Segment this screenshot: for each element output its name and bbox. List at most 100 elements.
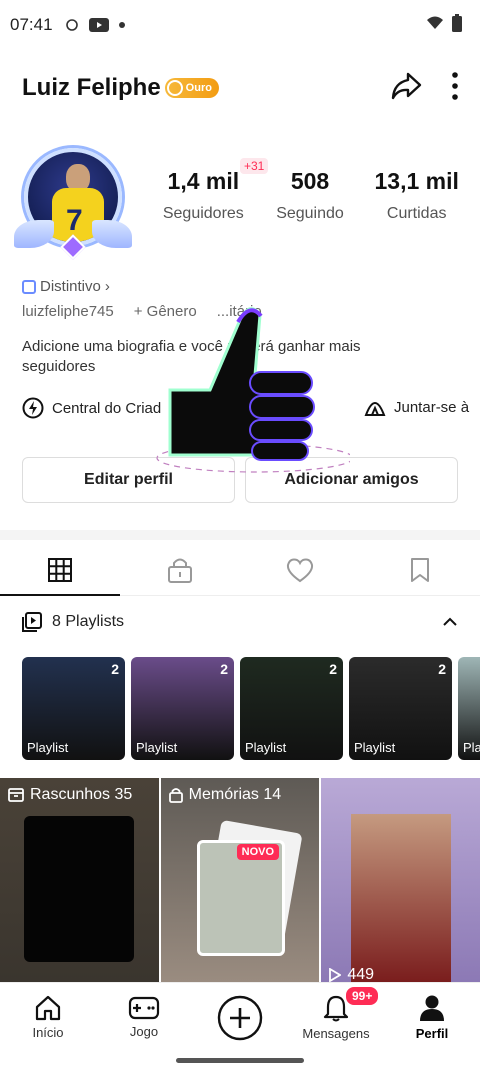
- section-divider: [0, 530, 480, 540]
- likes-label: Curtidas: [386, 205, 447, 222]
- edit-profile-button[interactable]: Editar perfil: [22, 457, 235, 503]
- playlist-label: Playlist: [136, 740, 178, 755]
- profile-stats: +31 1,4 mil Seguidores 508 Seguindo 13,1…: [150, 158, 470, 223]
- distintivo-label: Distintivo: [40, 278, 101, 295]
- playlist-label: Playlist: [245, 740, 287, 755]
- home-indicator[interactable]: [176, 1058, 304, 1063]
- playlist-count: 2: [111, 661, 119, 677]
- nav-messages[interactable]: 99+ Mensagens: [288, 983, 384, 1052]
- gold-badge[interactable]: Ouro: [164, 78, 219, 98]
- avatar[interactable]: 7: [14, 140, 132, 260]
- video-grid: Rascunhos 35 Memórias 14 NOVO 449: [0, 778, 480, 982]
- bottom-nav: Início Jogo 99+ Mensagens Perfil: [0, 982, 480, 1052]
- memories-label: Memórias 14: [188, 786, 282, 803]
- plus-circle-icon: [217, 995, 263, 1040]
- memories-caption: Memórias 14: [168, 786, 282, 804]
- distintivo-link[interactable]: Distintivo ›: [22, 278, 110, 295]
- add-friends-button[interactable]: Adicionar amigos: [245, 457, 458, 503]
- playlist-icon: [22, 612, 42, 632]
- profile-extra-tag[interactable]: ...itário: [217, 303, 262, 320]
- playlist-count: 2: [220, 661, 228, 677]
- add-gender-button[interactable]: + Gênero: [134, 303, 197, 320]
- drafts-caption: Rascunhos 35: [8, 786, 132, 804]
- wifi-icon: [426, 15, 444, 35]
- playlist-label: Pla: [463, 740, 480, 755]
- memories-cell[interactable]: Memórias 14 NOVO: [160, 778, 320, 982]
- lock-small-icon: [168, 788, 183, 803]
- profile-buttons: Editar perfil Adicionar amigos: [22, 457, 458, 503]
- likes-stat[interactable]: 13,1 mil Curtidas: [363, 168, 470, 223]
- status-time: 07:41: [10, 15, 53, 34]
- playlist-card[interactable]: 2 Playlist: [22, 657, 125, 760]
- share-icon[interactable]: [390, 71, 422, 106]
- join-label: Juntar-se à: [394, 398, 470, 416]
- messages-badge: 99+: [344, 985, 381, 1007]
- tab-private[interactable]: [120, 544, 240, 595]
- person-icon: [420, 995, 444, 1021]
- creator-center-label: Central do Criad: [52, 399, 162, 417]
- video-thumbnail[interactable]: 449: [321, 778, 480, 982]
- join-link[interactable]: Juntar-se à: [364, 397, 469, 417]
- app-notification-icon: [65, 18, 79, 32]
- grid-icon: [48, 557, 72, 582]
- creator-center-link[interactable]: Central do Criad: [22, 397, 161, 419]
- play-icon: [329, 968, 342, 982]
- nav-create[interactable]: [192, 983, 288, 1052]
- profile-meta: luizfeliphe745 + Gênero ...itário: [22, 303, 262, 320]
- gamepad-icon: [128, 996, 160, 1020]
- chevron-right-icon: ›: [104, 278, 110, 295]
- nav-messages-label: Mensagens: [302, 1026, 370, 1041]
- drafts-cell[interactable]: Rascunhos 35: [0, 778, 159, 982]
- badge-dot-icon: [166, 80, 183, 96]
- dot-icon: [118, 22, 125, 28]
- profile-name: Luiz Feliphe: [22, 74, 161, 101]
- status-bar: 07:41: [0, 0, 480, 50]
- views-count: 449: [347, 966, 375, 982]
- drafts-label: Rascunhos 35: [30, 786, 133, 803]
- followers-stat[interactable]: +31 1,4 mil Seguidores: [150, 158, 269, 223]
- likes-count: 13,1 mil: [374, 168, 459, 194]
- tab-saved[interactable]: [360, 544, 480, 595]
- battery-icon: [452, 13, 462, 37]
- playlist-card[interactable]: 2 Playlist: [240, 657, 343, 760]
- following-label: Seguindo: [276, 205, 344, 222]
- views-caption: 449: [329, 966, 374, 982]
- nav-profile[interactable]: Perfil: [384, 983, 480, 1052]
- new-badge: NOVO: [236, 844, 280, 860]
- tab-videos[interactable]: [0, 544, 120, 596]
- avatar-frame-wing-left: [14, 220, 54, 248]
- profile-links: Central do Criad op Juntar-se à: [22, 397, 480, 419]
- content-tabs: [0, 544, 480, 596]
- bio-prompt[interactable]: Adicione uma biografia e você poderá gan…: [22, 337, 402, 377]
- nav-game-label: Jogo: [129, 1024, 159, 1039]
- playlist-count: 2: [438, 661, 446, 677]
- nav-home[interactable]: Início: [0, 983, 96, 1052]
- tent-icon: [364, 402, 386, 416]
- bookmark-icon: [411, 557, 429, 582]
- playlists-header[interactable]: 8 Playlists: [22, 612, 458, 632]
- avatar-frame-wing-right: [92, 220, 132, 248]
- following-count: 508: [290, 168, 330, 194]
- playlist-card[interactable]: Pla: [458, 657, 480, 760]
- nav-game[interactable]: Jogo: [96, 983, 192, 1052]
- chevron-up-icon[interactable]: [442, 617, 458, 627]
- heart-icon: [286, 558, 314, 582]
- playlist-label: Playlist: [27, 740, 69, 755]
- youtube-icon: [88, 18, 109, 32]
- username: luizfeliphe745: [22, 303, 114, 320]
- shop-link[interactable]: op: [281, 400, 298, 417]
- profile-header: Luiz Feliphe Ouro: [0, 62, 480, 114]
- lightning-icon: [22, 397, 44, 419]
- following-stat[interactable]: 508 Seguindo: [257, 168, 364, 223]
- drafts-icon: [8, 788, 24, 802]
- nav-profile-label: Perfil: [415, 1026, 449, 1041]
- playlist-card[interactable]: 2 Playlist: [349, 657, 452, 760]
- playlists-row: 2 Playlist 2 Playlist 2 Playlist 2 Playl…: [22, 657, 480, 761]
- playlists-title: 8 Playlists: [52, 613, 125, 630]
- home-icon: [35, 995, 61, 1021]
- playlist-label: Playlist: [354, 740, 396, 755]
- playlist-count: 2: [329, 661, 337, 677]
- more-options-icon[interactable]: [452, 71, 458, 105]
- playlist-card[interactable]: 2 Playlist: [131, 657, 234, 760]
- tab-liked[interactable]: [240, 544, 360, 595]
